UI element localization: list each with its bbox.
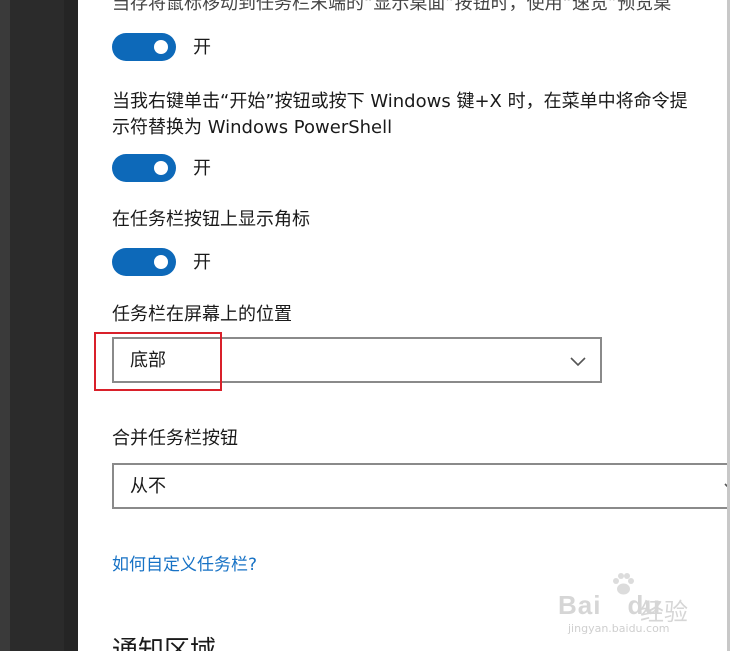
baidu-jingyan-watermark: Bai du 经验 jingyan.baidu.com xyxy=(552,572,717,635)
combine-buttons-value: 从不 xyxy=(130,476,166,497)
badges-toggle[interactable] xyxy=(112,248,176,276)
toggle-knob xyxy=(154,255,168,269)
chevron-down-icon xyxy=(570,357,586,367)
customize-taskbar-link[interactable]: 如何自定义任务栏? xyxy=(112,553,257,577)
background-window-strip xyxy=(0,0,78,651)
powershell-toggle[interactable] xyxy=(112,154,176,182)
toggle-knob xyxy=(154,161,168,175)
position-setting-label: 任务栏在屏幕上的位置 xyxy=(112,304,292,325)
combine-setting-label: 合并任务栏按钮 xyxy=(112,428,238,449)
badges-setting-label: 在任务栏按钮上显示角标 xyxy=(112,209,310,230)
highlight-box xyxy=(94,332,222,391)
combine-buttons-dropdown[interactable]: 从不 xyxy=(112,463,730,509)
toggle-knob xyxy=(154,40,168,54)
peek-toggle-state: 开 xyxy=(193,37,211,58)
strip-edge xyxy=(0,0,10,651)
powershell-setting-label-line1: 当我右键单击“开始”按钮或按下 Windows 键+X 时，在菜单中将命令提 xyxy=(112,91,688,112)
peek-setting-label: 当存将鼠标移动到任务栏末端的“显示桌面”按钮时，使用“速览”预览桌 xyxy=(112,0,672,14)
strip-shade xyxy=(64,0,78,651)
watermark-url: jingyan.baidu.com xyxy=(568,622,670,635)
badges-toggle-state: 开 xyxy=(193,252,211,273)
peek-toggle[interactable] xyxy=(112,33,176,61)
powershell-toggle-state: 开 xyxy=(193,158,211,179)
powershell-setting-label-line2: 示符替换为 Windows PowerShell xyxy=(112,117,393,138)
notification-area-heading: 通知区域 xyxy=(112,636,217,651)
